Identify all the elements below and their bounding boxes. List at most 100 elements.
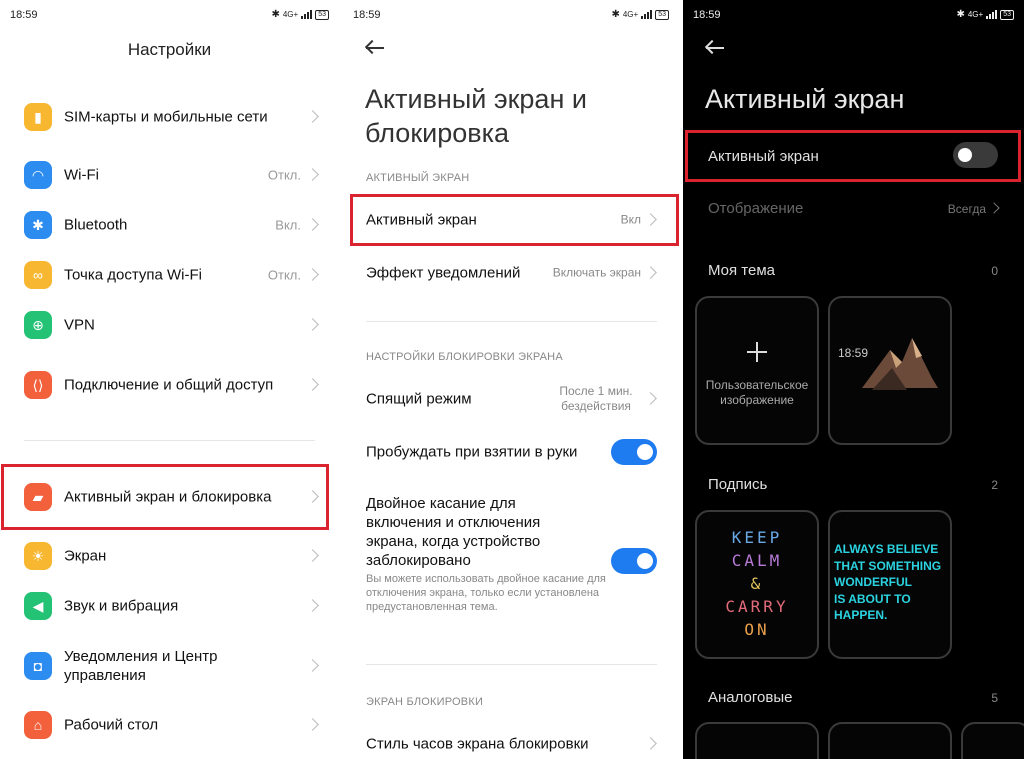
bluetooth-status-icon: ✱ xyxy=(611,9,620,20)
double-tap-label: Двойное касание для включения и отключен… xyxy=(366,495,541,569)
analog-clock-card[interactable] xyxy=(828,722,952,759)
double-tap-toggle[interactable] xyxy=(611,548,657,574)
page-title: Активный экран и блокировка xyxy=(365,84,587,148)
wifi-icon: ◠ xyxy=(24,161,52,189)
clock-style-label: Стиль часов экрана блокировки xyxy=(366,735,589,753)
bluetooth-icon: ✱ xyxy=(24,211,52,239)
chevron-right-icon xyxy=(306,549,319,562)
notification-effect-item[interactable]: Эффект уведомлений Включать экран xyxy=(343,250,679,296)
settings-item-label: Точка доступа Wi-Fi xyxy=(64,266,202,284)
settings-item-label: Экран xyxy=(64,547,107,565)
divider xyxy=(24,440,315,441)
status-time: 18:59 xyxy=(693,9,721,21)
notification-icon: ◘ xyxy=(24,652,52,680)
clock-preview: 18:59 xyxy=(838,346,869,360)
settings-item-sim[interactable]: ▮ SIM-карты и мобильные сети xyxy=(0,94,339,140)
my-theme-count: 0 xyxy=(991,264,998,278)
chevron-right-icon xyxy=(306,599,319,612)
settings-item-label: Подключение и общий доступ xyxy=(64,376,274,394)
settings-item-label: Bluetooth xyxy=(64,216,128,234)
highlight-box xyxy=(350,194,679,246)
divider xyxy=(366,321,657,322)
chevron-right-icon xyxy=(306,378,319,391)
wake-on-lift-toggle[interactable] xyxy=(611,439,657,465)
signal-icon xyxy=(986,10,998,19)
signature-count: 2 xyxy=(991,478,998,492)
always-believe-card[interactable]: ALWAYS BELIEVE THAT SOMETHING WONDERFUL … xyxy=(828,510,952,659)
status-time: 18:59 xyxy=(10,9,38,21)
settings-item-bluetooth[interactable]: ✱ Bluetooth Вкл. xyxy=(0,203,339,247)
notification-effect-label: Эффект уведомлений xyxy=(366,264,521,282)
keep-calm-card[interactable]: KEEP CALM & CARRY ON xyxy=(695,510,819,659)
back-arrow-icon[interactable] xyxy=(364,39,387,56)
settings-item-home[interactable]: ⌂ Рабочий стол xyxy=(0,703,339,747)
chevron-right-icon xyxy=(306,168,319,181)
battery-icon: 53 xyxy=(315,9,329,20)
network-type: 4G+ xyxy=(282,10,299,19)
settings-item-label: Wi-Fi xyxy=(64,166,99,184)
chevron-right-icon xyxy=(306,718,319,731)
settings-item-wifi[interactable]: ◠ Wi-Fi Откл. xyxy=(0,153,339,197)
section-header: НАСТРОЙКИ БЛОКИРОВКИ ЭКРАНА xyxy=(366,351,563,363)
settings-item-value: Откл. xyxy=(267,167,301,183)
custom-image-card[interactable]: Пользовательское изображение xyxy=(695,296,819,445)
display-mode-label[interactable]: Отображение xyxy=(708,200,803,217)
section-header: АКТИВНЫЙ ЭКРАН xyxy=(366,172,470,184)
wake-on-lift-label: Пробуждать при взятии в руки xyxy=(366,443,578,461)
sleep-mode-value: После 1 мин. бездействия xyxy=(559,384,633,413)
settings-item-display[interactable]: ☀ Экран xyxy=(0,534,339,578)
signal-icon xyxy=(641,10,653,19)
highlight-box xyxy=(685,130,1021,182)
chevron-right-icon xyxy=(306,218,319,231)
settings-item-value: Откл. xyxy=(267,267,301,283)
network-type: 4G+ xyxy=(622,10,639,19)
status-bar: 18:59 ✱ 4G+ 53 xyxy=(693,9,1014,23)
analog-clock-card[interactable] xyxy=(961,722,1024,759)
page-title: Активный экран xyxy=(705,84,905,114)
network-type: 4G+ xyxy=(967,10,984,19)
keep-calm-text: KEEP CALM & CARRY ON xyxy=(725,528,789,639)
analog-clock-card[interactable] xyxy=(695,722,819,759)
signature-label: Подпись xyxy=(708,476,768,493)
double-tap-description: Вы можете использовать двойное касание д… xyxy=(366,573,606,613)
chevron-right-icon xyxy=(988,202,1000,214)
globe-icon: ⊕ xyxy=(24,311,52,339)
settings-item-connection[interactable]: ⟨⟩ Подключение и общий доступ xyxy=(0,362,339,408)
status-time: 18:59 xyxy=(353,9,381,21)
settings-item-value: Вкл. xyxy=(275,217,301,233)
settings-item-notifications[interactable]: ◘ Уведомления и Центр управления xyxy=(0,643,339,689)
display-mode-value: Всегда xyxy=(947,202,986,216)
bluetooth-status-icon: ✱ xyxy=(956,9,965,20)
battery-icon: 53 xyxy=(1000,9,1014,20)
settings-item-sound[interactable]: ◀ Звук и вибрация xyxy=(0,584,339,628)
analog-count: 5 xyxy=(991,691,998,705)
back-arrow-icon[interactable] xyxy=(704,39,727,56)
plus-icon xyxy=(747,342,767,362)
section-header: ЭКРАН БЛОКИРОВКИ xyxy=(366,696,484,708)
my-theme-label: Моя тема xyxy=(708,262,775,279)
theme-preview-card[interactable]: 18:59 xyxy=(828,296,952,445)
always-believe-text: ALWAYS BELIEVE THAT SOMETHING WONDERFUL … xyxy=(834,542,942,622)
mountain-image xyxy=(862,338,938,390)
settings-item-label: Звук и вибрация xyxy=(64,597,179,615)
clock-style-item[interactable]: Стиль часов экрана блокировки xyxy=(343,724,679,759)
sun-icon: ☀ xyxy=(24,542,52,570)
highlight-box xyxy=(1,464,329,530)
lockscreen-settings-screen: 18:59 ✱ 4G+ 53 Активный экран и блокиров… xyxy=(343,0,679,759)
status-bar: 18:59 ✱ 4G+ 53 xyxy=(353,9,669,23)
chevron-right-icon xyxy=(644,392,657,405)
sim-card-icon: ▮ xyxy=(24,103,52,131)
sleep-mode-item[interactable]: Спящий режим После 1 мин. бездействия xyxy=(343,376,679,422)
settings-item-label: Уведомления и Центр управления xyxy=(64,648,218,684)
custom-image-label: Пользовательское изображение xyxy=(705,378,809,407)
always-on-display-screen: 18:59 ✱ 4G+ 53 Активный экран Активный э… xyxy=(683,0,1024,759)
settings-item-vpn[interactable]: ⊕ VPN xyxy=(0,303,339,347)
battery-icon: 53 xyxy=(655,9,669,20)
chevron-right-icon xyxy=(306,110,319,123)
home-icon: ⌂ xyxy=(24,711,52,739)
status-bar: 18:59 ✱ 4G+ 53 xyxy=(10,9,329,23)
chevron-right-icon xyxy=(644,737,657,750)
sleep-mode-label: Спящий режим xyxy=(366,390,472,408)
settings-item-hotspot[interactable]: ∞ Точка доступа Wi-Fi Откл. xyxy=(0,253,339,297)
hotspot-icon: ∞ xyxy=(24,261,52,289)
